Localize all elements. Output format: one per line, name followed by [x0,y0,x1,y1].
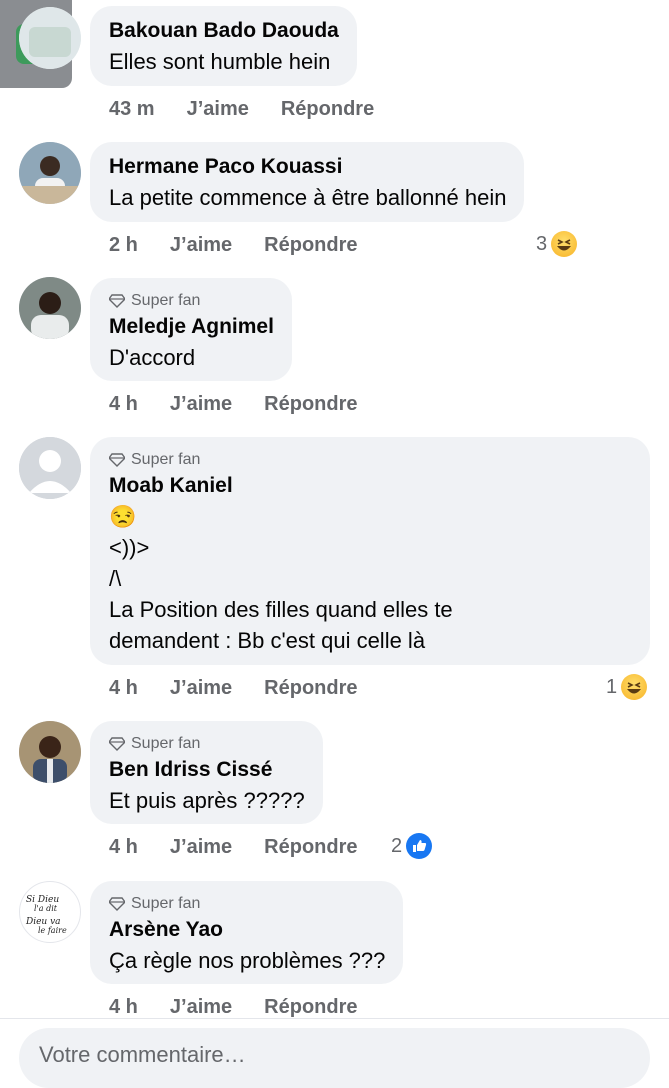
comment-text: La petite commence à être ballonné hein [109,185,507,210]
like-button[interactable]: J’aime [170,996,232,1019]
reply-button[interactable]: Répondre [264,234,357,257]
comment-author[interactable]: Meledje Agnimel [109,312,274,342]
reaction-summary[interactable]: 2 [391,833,433,859]
haha-emoji-icon [621,674,648,700]
svg-text:l'a dit: l'a dit [34,904,58,913]
comment-bubble: Bakouan Bado Daouda Elles sont humble he… [90,6,357,86]
like-button[interactable]: J’aime [170,234,232,257]
like-emoji-icon [406,833,433,859]
comment-actions: 4 h J’aime Répondre [109,836,358,859]
reaction-count: 3 [536,232,548,255]
comment-bubble: Super fan Ben Idriss Cissé Et puis après… [90,721,323,824]
like-button[interactable]: J’aime [187,98,249,121]
comment-bubble: Super fan Moab Kaniel 😒 <))> /\ La Posit… [90,437,650,665]
comment-text: D'accord [109,345,196,370]
comment-author[interactable]: Bakouan Bado Daouda [109,16,339,46]
reaction-summary[interactable]: 3 [536,231,578,257]
reply-button[interactable]: Répondre [264,996,357,1019]
comment-text: Elles sont humble hein [109,49,331,74]
comment-author[interactable]: Hermane Paco Kouassi [109,152,506,182]
reply-button[interactable]: Répondre [264,836,357,859]
avatar[interactable]: Si Dieu l'a dit Dieu va le faire [19,881,81,943]
comment-input-placeholder: Votre commentaire… [39,1042,246,1067]
comment-text: Et puis après ????? [109,788,305,813]
comment-author[interactable]: Arsène Yao [109,915,385,945]
avatar[interactable] [19,277,81,339]
super-fan-badge: Super fan [109,449,632,471]
reaction-summary[interactable]: 1 [606,674,648,700]
comment-input[interactable]: Votre commentaire… [19,1028,650,1088]
comment-time[interactable]: 4 h [109,996,138,1019]
comment-actions: 4 h J’aime Répondre [109,996,358,1019]
diamond-icon [109,453,125,467]
svg-text:le faire: le faire [38,926,67,935]
comment-text: 😒 <))> /\ La Position des filles quand e… [109,504,453,653]
comment-actions: 2 h J’aime Répondre [109,234,358,257]
super-fan-badge: Super fan [109,893,385,915]
comment-bubble: Super fan Arsène Yao Ça règle nos problè… [90,881,404,984]
like-button[interactable]: J’aime [170,393,232,416]
reaction-count: 2 [391,834,403,857]
reply-button[interactable]: Répondre [264,393,357,416]
comment-time[interactable]: 4 h [109,677,138,700]
comment-time[interactable]: 4 h [109,836,138,859]
avatar[interactable] [19,437,81,499]
comment-author[interactable]: Moab Kaniel [109,471,632,501]
super-fan-badge: Super fan [109,733,305,755]
diamond-icon [109,294,125,308]
composer-divider [0,1018,669,1019]
haha-emoji-icon [551,231,578,257]
comment-bubble: Hermane Paco Kouassi La petite commence … [90,142,525,222]
comment-time[interactable]: 4 h [109,393,138,416]
avatar[interactable] [19,142,81,204]
diamond-icon [109,897,125,911]
like-button[interactable]: J’aime [170,677,232,700]
diamond-icon [109,737,125,751]
comment-author[interactable]: Ben Idriss Cissé [109,755,305,785]
comment-actions: 43 m J’aime Répondre [109,98,374,121]
avatar[interactable] [19,7,81,69]
comment-time[interactable]: 2 h [109,234,138,257]
reaction-count: 1 [606,675,618,698]
comment-actions: 4 h J’aime Répondre [109,393,358,416]
reply-button[interactable]: Répondre [264,677,357,700]
avatar[interactable] [19,721,81,783]
comment-bubble: Super fan Meledje Agnimel D'accord [90,278,292,381]
like-button[interactable]: J’aime [170,836,232,859]
comment-text: Ça règle nos problèmes ??? [109,948,386,973]
reply-button[interactable]: Répondre [281,98,374,121]
comment-actions: 4 h J’aime Répondre [109,677,358,700]
comment-time[interactable]: 43 m [109,98,155,121]
super-fan-badge: Super fan [109,290,274,312]
